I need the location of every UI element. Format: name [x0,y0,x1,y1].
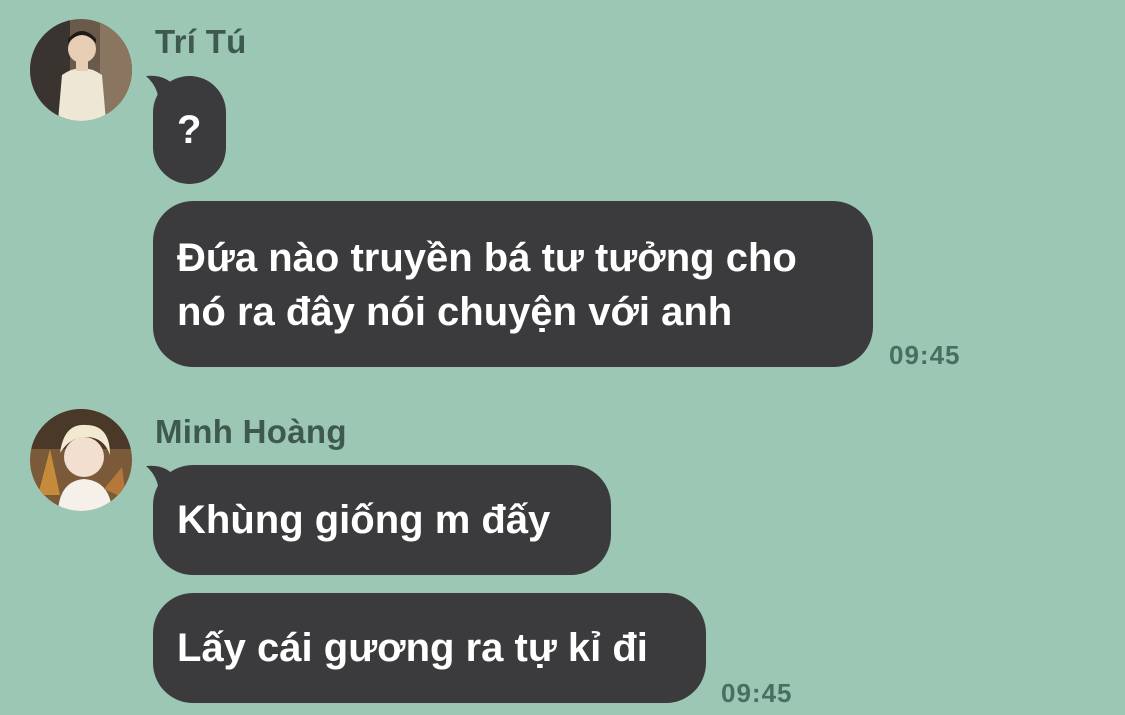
message-bubble[interactable]: Khùng giống m đấy [153,465,611,575]
message-text-line: Đứa nào truyền bá tư tưởng cho [177,236,797,280]
profile-photo-icon [30,19,132,121]
avatar[interactable] [30,19,132,121]
sender-name: Minh Hoàng [155,413,347,450]
avatar[interactable] [30,409,132,511]
sender-name: Trí Tú [155,23,247,60]
message-text: Khùng giống m đấy [177,498,551,542]
message-bubble[interactable]: Đứa nào truyền bá tư tưởng cho nó ra đây… [153,201,873,367]
message-bubble[interactable]: Lấy cái gương ra tự kỉ đi [153,593,706,703]
message-text: ? [177,108,202,152]
chat-thread: Trí Tú ? Đứa nào truyền bá tư tưởng cho … [0,0,1125,715]
message-text: Lấy cái gương ra tự kỉ đi [177,626,648,670]
message-text-line: nó ra đây nói chuyện với anh [177,290,733,334]
message-timestamp: 09:45 [721,678,793,708]
message-bubble[interactable]: ? [153,76,226,184]
message-timestamp: 09:45 [889,340,961,370]
profile-photo-icon [30,409,132,511]
